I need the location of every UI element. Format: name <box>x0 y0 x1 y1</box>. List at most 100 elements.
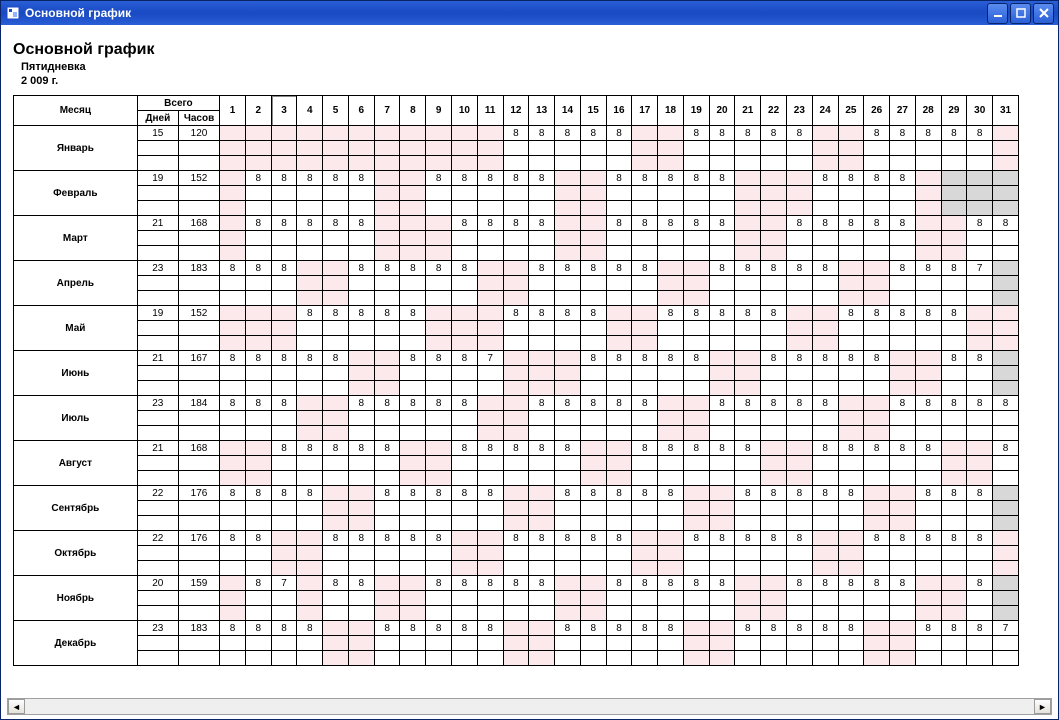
day-subcell[interactable] <box>606 381 632 396</box>
day-subcell[interactable] <box>761 276 787 291</box>
col-header-day[interactable]: 16 <box>606 96 632 126</box>
day-subcell[interactable] <box>941 591 967 606</box>
day-subcell[interactable] <box>606 516 632 531</box>
day-subcell[interactable] <box>812 231 838 246</box>
day-cell[interactable]: 8 <box>683 126 709 141</box>
day-subcell[interactable] <box>400 636 426 651</box>
day-cell[interactable]: 8 <box>683 216 709 231</box>
day-subcell[interactable] <box>606 591 632 606</box>
day-subcell[interactable] <box>452 561 478 576</box>
day-subcell[interactable] <box>503 276 529 291</box>
day-subcell[interactable] <box>683 636 709 651</box>
day-subcell[interactable] <box>297 321 323 336</box>
day-cell[interactable] <box>915 171 941 186</box>
empty-cell[interactable] <box>137 321 178 336</box>
day-cell[interactable]: 8 <box>709 576 735 591</box>
day-cell[interactable] <box>374 126 400 141</box>
day-subcell[interactable] <box>580 546 606 561</box>
day-subcell[interactable] <box>297 366 323 381</box>
day-cell[interactable] <box>993 171 1019 186</box>
day-subcell[interactable] <box>993 141 1019 156</box>
day-cell[interactable]: 8 <box>323 576 349 591</box>
day-cell[interactable]: 8 <box>683 531 709 546</box>
day-subcell[interactable] <box>709 231 735 246</box>
day-subcell[interactable] <box>915 546 941 561</box>
day-subcell[interactable] <box>529 411 555 426</box>
month-hours-cell[interactable]: 152 <box>178 171 219 186</box>
day-cell[interactable] <box>297 531 323 546</box>
day-cell[interactable]: 8 <box>606 351 632 366</box>
day-subcell[interactable] <box>812 426 838 441</box>
day-subcell[interactable] <box>915 156 941 171</box>
day-subcell[interactable] <box>941 456 967 471</box>
col-header-day[interactable]: 18 <box>658 96 684 126</box>
day-subcell[interactable] <box>632 636 658 651</box>
day-subcell[interactable] <box>426 546 452 561</box>
day-subcell[interactable] <box>915 186 941 201</box>
day-cell[interactable] <box>864 621 890 636</box>
day-subcell[interactable] <box>477 426 503 441</box>
day-subcell[interactable] <box>374 201 400 216</box>
day-subcell[interactable] <box>348 456 374 471</box>
day-subcell[interactable] <box>555 636 581 651</box>
day-subcell[interactable] <box>477 516 503 531</box>
empty-cell[interactable] <box>178 291 219 306</box>
day-subcell[interactable] <box>761 606 787 621</box>
day-cell[interactable]: 8 <box>348 216 374 231</box>
day-subcell[interactable] <box>529 141 555 156</box>
empty-cell[interactable] <box>137 201 178 216</box>
day-subcell[interactable] <box>348 546 374 561</box>
day-subcell[interactable] <box>658 246 684 261</box>
day-subcell[interactable] <box>271 591 297 606</box>
day-subcell[interactable] <box>761 636 787 651</box>
day-cell[interactable] <box>658 261 684 276</box>
day-cell[interactable]: 8 <box>555 261 581 276</box>
day-cell[interactable]: 8 <box>220 261 246 276</box>
day-subcell[interactable] <box>323 201 349 216</box>
day-subcell[interactable] <box>786 141 812 156</box>
col-header-day[interactable]: 27 <box>890 96 916 126</box>
day-subcell[interactable] <box>632 651 658 666</box>
col-header-day[interactable]: 4 <box>297 96 323 126</box>
day-cell[interactable]: 8 <box>477 216 503 231</box>
day-cell[interactable] <box>477 306 503 321</box>
day-subcell[interactable] <box>606 636 632 651</box>
day-subcell[interactable] <box>632 606 658 621</box>
day-cell[interactable] <box>220 171 246 186</box>
day-subcell[interactable] <box>735 381 761 396</box>
day-subcell[interactable] <box>503 381 529 396</box>
day-cell[interactable]: 8 <box>245 486 271 501</box>
day-subcell[interactable] <box>580 651 606 666</box>
day-cell[interactable] <box>580 216 606 231</box>
day-subcell[interactable] <box>890 546 916 561</box>
day-subcell[interactable] <box>374 426 400 441</box>
day-cell[interactable] <box>452 531 478 546</box>
day-subcell[interactable] <box>838 636 864 651</box>
day-cell[interactable] <box>864 396 890 411</box>
empty-cell[interactable] <box>137 591 178 606</box>
day-subcell[interactable] <box>967 471 993 486</box>
day-subcell[interactable] <box>529 471 555 486</box>
day-subcell[interactable] <box>890 276 916 291</box>
day-subcell[interactable] <box>967 651 993 666</box>
day-subcell[interactable] <box>864 606 890 621</box>
day-subcell[interactable] <box>838 186 864 201</box>
day-cell[interactable] <box>400 216 426 231</box>
day-subcell[interactable] <box>323 231 349 246</box>
day-subcell[interactable] <box>323 471 349 486</box>
day-cell[interactable] <box>245 306 271 321</box>
day-subcell[interactable] <box>967 201 993 216</box>
day-subcell[interactable] <box>374 141 400 156</box>
col-header-day[interactable]: 3 <box>271 96 297 126</box>
day-subcell[interactable] <box>323 246 349 261</box>
day-subcell[interactable] <box>761 456 787 471</box>
day-subcell[interactable] <box>709 291 735 306</box>
day-cell[interactable] <box>348 486 374 501</box>
day-cell[interactable]: 8 <box>580 126 606 141</box>
day-cell[interactable] <box>941 171 967 186</box>
day-subcell[interactable] <box>503 606 529 621</box>
day-subcell[interactable] <box>890 561 916 576</box>
day-cell[interactable] <box>993 261 1019 276</box>
day-cell[interactable]: 8 <box>529 261 555 276</box>
day-subcell[interactable] <box>658 336 684 351</box>
